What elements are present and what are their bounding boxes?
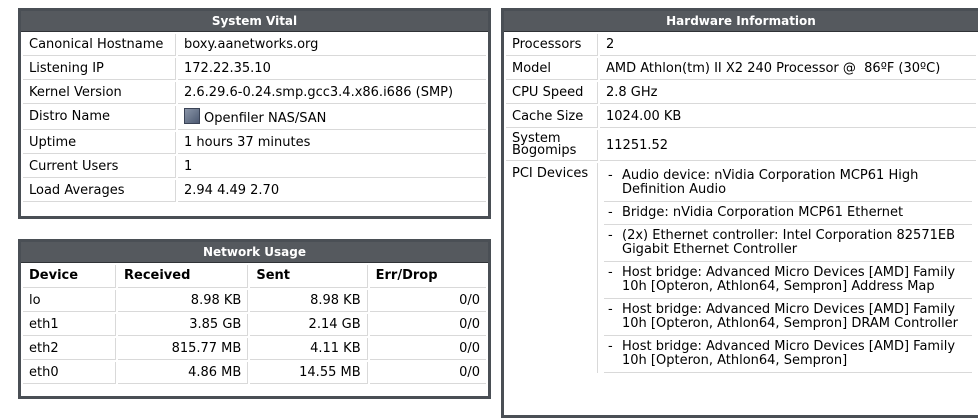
system-vital-title: System Vital <box>21 11 488 32</box>
table-row: Canonical Hostname boxy.aanetworks.org <box>23 34 486 56</box>
bogomips-label: System Bogomips <box>506 130 598 161</box>
model-label: Model <box>506 58 598 80</box>
network-usage-title: Network Usage <box>21 242 488 263</box>
list-item: (2x) Ethernet controller: Intel Corporat… <box>604 225 972 262</box>
distro-logo-icon <box>184 108 200 124</box>
table-row: Current Users 1 <box>23 156 486 178</box>
device-cell: eth1 <box>23 314 116 336</box>
distro-name-value: Openfiler NAS/SAN <box>204 111 327 126</box>
table-row: lo 8.98 KB 8.98 KB 0/0 <box>23 290 486 312</box>
table-header-row: Device Received Sent Err/Drop <box>23 265 486 288</box>
device-cell: lo <box>23 290 116 312</box>
sent-column-header: Sent <box>250 265 368 288</box>
table-row: PCI Devices Audio device: nVidia Corpora… <box>506 163 976 373</box>
table-row: Processors 2 <box>506 34 976 56</box>
table-row: eth2 815.77 MB 4.11 KB 0/0 <box>23 338 486 360</box>
kernel-version-label: Kernel Version <box>23 82 176 104</box>
kernel-version-value: 2.6.29.6-0.24.smp.gcc3.4.x86.i686 (SMP) <box>178 82 486 104</box>
table-row: Kernel Version 2.6.29.6-0.24.smp.gcc3.4.… <box>23 82 486 104</box>
table-row: Cache Size 1024.00 KB <box>506 106 976 128</box>
sent-cell: 2.14 GB <box>250 314 368 336</box>
load-averages-value: 2.94 4.49 2.70 <box>178 180 486 202</box>
hardware-information-panel: Hardware Information Processors 2 Model … <box>501 8 978 418</box>
table-row: Load Averages 2.94 4.49 2.70 <box>23 180 486 202</box>
list-item: Audio device: nVidia Corporation MCP61 H… <box>604 165 972 202</box>
list-item: Host bridge: Advanced Micro Devices [AMD… <box>604 299 972 336</box>
err-drop-column-header: Err/Drop <box>369 265 486 288</box>
received-cell: 4.86 MB <box>118 362 249 384</box>
table-row: Uptime 1 hours 37 minutes <box>23 132 486 154</box>
sent-cell: 8.98 KB <box>250 290 368 312</box>
hostname-value: boxy.aanetworks.org <box>178 34 486 56</box>
current-users-value: 1 <box>178 156 486 178</box>
err-drop-cell: 0/0 <box>369 362 486 384</box>
list-item: Host bridge: Advanced Micro Devices [AMD… <box>604 336 972 373</box>
list-item: Host bridge: Advanced Micro Devices [AMD… <box>604 262 972 299</box>
model-value: AMD Athlon(tm) II X2 240 Processor @ 86º… <box>600 58 976 80</box>
pci-devices-list: Audio device: nVidia Corporation MCP61 H… <box>604 165 972 373</box>
pci-devices-cell: Audio device: nVidia Corporation MCP61 H… <box>600 163 976 373</box>
cache-size-label: Cache Size <box>506 106 598 128</box>
received-cell: 3.85 GB <box>118 314 249 336</box>
system-vital-panel: System Vital Canonical Hostname boxy.aan… <box>18 8 491 219</box>
current-users-label: Current Users <box>23 156 176 178</box>
sent-cell: 14.55 MB <box>250 362 368 384</box>
load-averages-label: Load Averages <box>23 180 176 202</box>
processors-label: Processors <box>506 34 598 56</box>
distro-name-label: Distro Name <box>23 106 176 130</box>
device-cell: eth2 <box>23 338 116 360</box>
table-row: Listening IP 172.22.35.10 <box>23 58 486 80</box>
err-drop-cell: 0/0 <box>369 290 486 312</box>
uptime-value: 1 hours 37 minutes <box>178 132 486 154</box>
listening-ip-value: 172.22.35.10 <box>178 58 486 80</box>
table-row: eth1 3.85 GB 2.14 GB 0/0 <box>23 314 486 336</box>
pci-devices-label: PCI Devices <box>506 163 598 373</box>
received-cell: 8.98 KB <box>118 290 249 312</box>
sent-cell: 4.11 KB <box>250 338 368 360</box>
cache-size-value: 1024.00 KB <box>600 106 976 128</box>
hardware-information-title: Hardware Information <box>504 11 978 32</box>
list-item: Bridge: nVidia Corporation MCP61 Etherne… <box>604 202 972 225</box>
hostname-label: Canonical Hostname <box>23 34 176 56</box>
device-cell: eth0 <box>23 362 116 384</box>
distro-name-cell: Openfiler NAS/SAN <box>178 106 486 130</box>
table-row: Model AMD Athlon(tm) II X2 240 Processor… <box>506 58 976 80</box>
cpu-speed-value: 2.8 GHz <box>600 82 976 104</box>
received-cell: 815.77 MB <box>118 338 249 360</box>
table-row: System Bogomips 11251.52 <box>506 130 976 161</box>
listening-ip-label: Listening IP <box>23 58 176 80</box>
err-drop-cell: 0/0 <box>369 314 486 336</box>
system-vital-table: Canonical Hostname boxy.aanetworks.org L… <box>21 32 488 204</box>
err-drop-cell: 0/0 <box>369 338 486 360</box>
processors-value: 2 <box>600 34 976 56</box>
hardware-information-table: Processors 2 Model AMD Athlon(tm) II X2 … <box>504 32 978 375</box>
table-row: CPU Speed 2.8 GHz <box>506 82 976 104</box>
bogomips-value: 11251.52 <box>600 130 976 161</box>
table-row: Distro Name Openfiler NAS/SAN <box>23 106 486 130</box>
uptime-label: Uptime <box>23 132 176 154</box>
received-column-header: Received <box>118 265 249 288</box>
network-usage-panel: Network Usage Device Received Sent Err/D… <box>18 239 491 399</box>
cpu-speed-label: CPU Speed <box>506 82 598 104</box>
network-usage-table: Device Received Sent Err/Drop lo 8.98 KB… <box>21 263 488 386</box>
device-column-header: Device <box>23 265 116 288</box>
table-row: eth0 4.86 MB 14.55 MB 0/0 <box>23 362 486 384</box>
